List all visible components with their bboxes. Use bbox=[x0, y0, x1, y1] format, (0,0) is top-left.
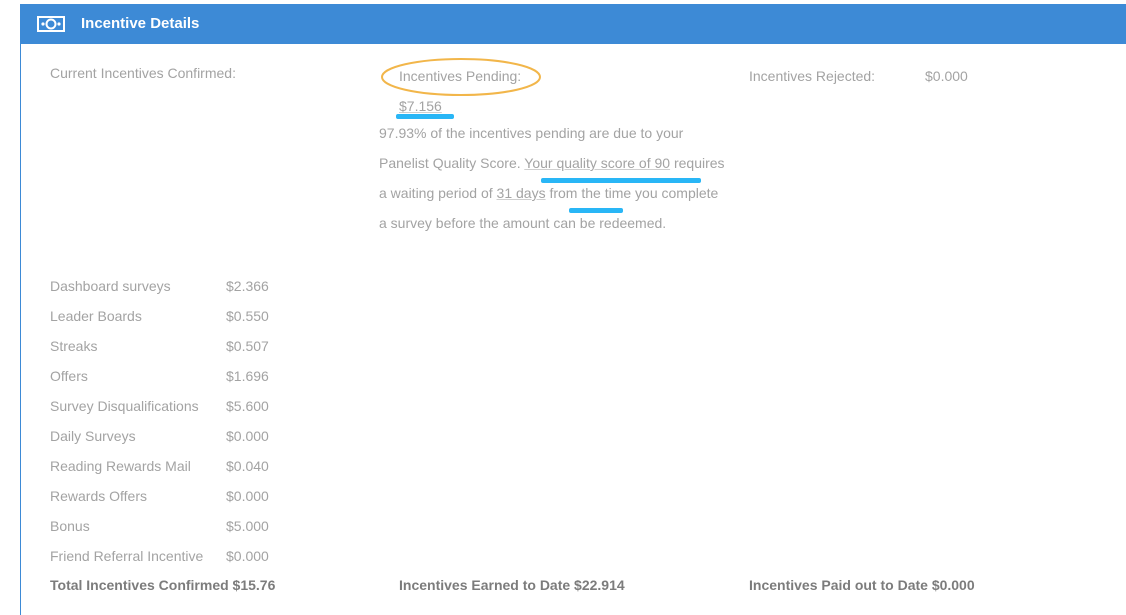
confirmed-item-value: $0.507 bbox=[226, 338, 269, 354]
confirmed-item-value: $0.040 bbox=[226, 458, 269, 474]
confirmed-item-label: Reading Rewards Mail bbox=[50, 458, 191, 474]
confirmed-item-value: $5.600 bbox=[226, 398, 269, 414]
earned-to-date: Incentives Earned to Date $22.914 bbox=[399, 577, 625, 593]
quality-score-link[interactable]: Your quality score of 90 bbox=[524, 155, 670, 171]
confirmed-item-value: $1.696 bbox=[226, 368, 269, 384]
confirmed-item-value: $5.000 bbox=[226, 518, 269, 534]
panel-header: Incentive Details bbox=[21, 4, 1126, 44]
confirmed-item-value: $0.000 bbox=[226, 428, 269, 444]
confirmed-item-label: Bonus bbox=[50, 518, 90, 534]
incentive-details-panel: Incentive Details bbox=[20, 4, 1126, 615]
confirmed-item-label: Offers bbox=[50, 368, 88, 384]
confirmed-item-label: Streaks bbox=[50, 338, 98, 354]
days-underline-mark bbox=[569, 208, 623, 213]
confirmed-item-label: Survey Disqualifications bbox=[50, 398, 199, 414]
confirmed-item-label: Rewards Offers bbox=[50, 488, 147, 504]
quality-underline-mark bbox=[541, 178, 701, 183]
confirmed-item-value: $0.000 bbox=[226, 548, 269, 564]
rejected-value: $0.000 bbox=[925, 68, 968, 84]
paid-to-date: Incentives Paid out to Date $0.000 bbox=[749, 577, 975, 593]
total-confirmed: Total Incentives Confirmed $15.76 bbox=[50, 577, 276, 593]
confirmed-item-value: $0.000 bbox=[226, 488, 269, 504]
confirmed-item-value: $0.550 bbox=[226, 308, 269, 324]
panel-title: Incentive Details bbox=[81, 15, 200, 32]
confirmed-item-label: Friend Referral Incentive bbox=[50, 548, 204, 564]
rejected-label: Incentives Rejected: bbox=[749, 68, 876, 84]
confirmed-item-label: Daily Surveys bbox=[50, 428, 136, 444]
money-icon bbox=[37, 16, 65, 32]
confirmed-label: Current Incentives Confirmed: bbox=[50, 65, 236, 81]
pending-value: $7.156 bbox=[399, 98, 442, 114]
days-link[interactable]: 31 days bbox=[497, 185, 546, 201]
confirmed-item-label: Leader Boards bbox=[50, 308, 142, 324]
confirmed-item-value: $2.366 bbox=[226, 278, 269, 294]
confirmed-item-label: Dashboard surveys bbox=[50, 278, 171, 294]
highlight-circle bbox=[381, 58, 541, 96]
